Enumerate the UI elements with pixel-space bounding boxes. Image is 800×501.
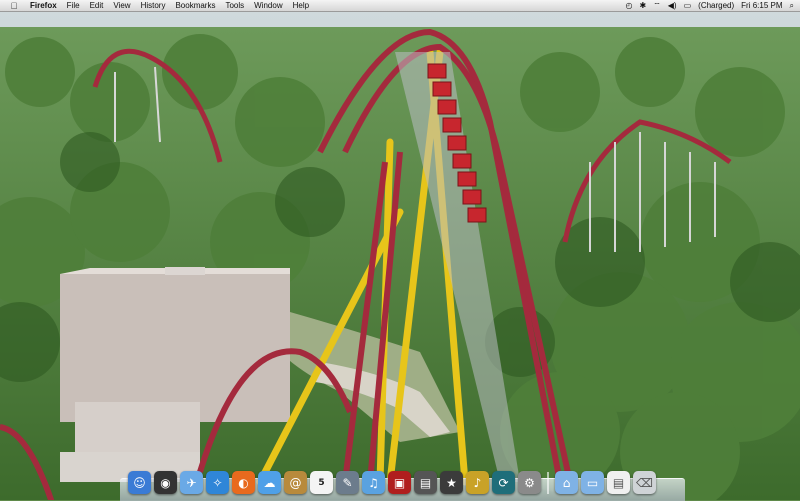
menu-bookmarks[interactable]: Bookmarks: [175, 1, 215, 10]
spotlight-icon[interactable]: ⌕: [790, 1, 794, 11]
imovie-icon[interactable]: ★: [440, 471, 463, 494]
ical-glyph: 5: [318, 477, 325, 488]
iphoto-icon[interactable]: ▤: [414, 471, 437, 494]
time-machine-status-icon[interactable]: ◴: [626, 1, 633, 10]
clock[interactable]: Fri 6:15 PM: [741, 1, 782, 10]
time-machine-glyph: ⟳: [498, 475, 509, 490]
safari-glyph: ✧: [212, 475, 223, 490]
imovie-glyph: ★: [446, 475, 457, 490]
system-preferences-glyph: ⚙: [524, 475, 535, 490]
dashboard-glyph: ◉: [160, 475, 171, 490]
bluetooth-icon[interactable]: ✱: [640, 1, 647, 10]
time-machine-icon[interactable]: ⟳: [492, 471, 515, 494]
iphoto-glyph: ▤: [419, 475, 432, 490]
dashboard-icon[interactable]: ◉: [154, 471, 177, 494]
mail-glyph: ✈: [186, 475, 197, 490]
finder-glyph: ☺: [133, 475, 146, 490]
itunes-glyph: ♫: [368, 475, 379, 490]
wifi-icon[interactable]: ⌔: [653, 1, 661, 11]
dock: ☺ ◉ ✈ ✧ ◐ ☁ @5 ✎ ♫ ▣ ▤ ★ ♪ ⟳ ⚙ ⌂ ▭ ▤ ⌫: [128, 464, 656, 494]
photo-booth-glyph: ▣: [393, 475, 406, 490]
applications-folder-icon[interactable]: ⌂: [555, 471, 578, 494]
battery-icon[interactable]: ▭: [684, 1, 692, 10]
volume-icon[interactable]: ◀): [668, 1, 677, 10]
ical-icon[interactable]: 5: [310, 471, 333, 494]
menu-edit[interactable]: Edit: [90, 1, 104, 10]
finder-icon[interactable]: ☺: [128, 471, 151, 494]
documents-folder-glyph: ▭: [586, 475, 599, 490]
menu-firefox[interactable]: Firefox: [30, 1, 57, 10]
photo-booth-icon[interactable]: ▣: [388, 471, 411, 494]
ichat-icon[interactable]: ☁: [258, 471, 281, 494]
preview-icon[interactable]: ✎: [336, 471, 359, 494]
trash-glyph: ⌫: [636, 475, 653, 490]
menu-history[interactable]: History: [141, 1, 166, 10]
address-book-glyph: @: [289, 475, 302, 490]
menu-help[interactable]: Help: [293, 1, 309, 10]
dock-separator: [547, 472, 549, 494]
documents-folder-icon[interactable]: ▭: [581, 471, 604, 494]
battery-status[interactable]: (Charged): [698, 1, 734, 10]
address-book-icon[interactable]: @: [284, 471, 307, 494]
menu-tools[interactable]: Tools: [225, 1, 244, 10]
garageband-glyph: ♪: [473, 475, 482, 490]
itunes-icon[interactable]: ♫: [362, 471, 385, 494]
status-area: ◴ ✱ ⌔ ◀) ▭ (Charged) Fri 6:15 PM ⌕: [626, 0, 794, 11]
garageband-icon[interactable]: ♪: [466, 471, 489, 494]
document-glyph: ▤: [612, 475, 625, 490]
safari-icon[interactable]: ✧: [206, 471, 229, 494]
apple-logo-icon[interactable]: : [8, 1, 20, 11]
ichat-glyph: ☁: [263, 475, 276, 490]
menu-window[interactable]: Window: [254, 1, 282, 10]
desktop-wallpaper: [0, 12, 800, 500]
firefox-icon[interactable]: ◐: [232, 471, 255, 494]
trash-icon[interactable]: ⌫: [633, 471, 656, 494]
firefox-glyph: ◐: [238, 475, 249, 490]
system-preferences-icon[interactable]: ⚙: [518, 471, 541, 494]
mail-icon[interactable]: ✈: [180, 471, 203, 494]
preview-glyph: ✎: [342, 475, 353, 490]
menu-file[interactable]: File: [67, 1, 80, 10]
applications-folder-glyph: ⌂: [562, 475, 571, 490]
menu-bar:  Firefox File Edit View History Bookmar…: [0, 0, 800, 12]
document-icon[interactable]: ▤: [607, 471, 630, 494]
menu-view[interactable]: View: [113, 1, 130, 10]
